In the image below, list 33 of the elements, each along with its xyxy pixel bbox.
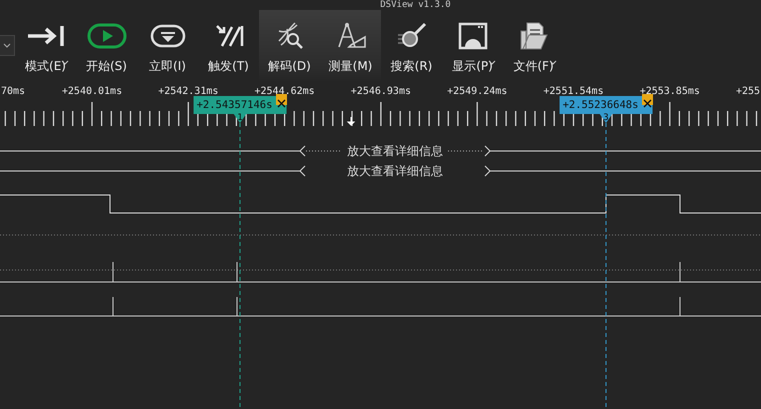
time-label: +2549.24ms <box>447 86 508 98</box>
time-label: +2540.01ms <box>62 86 122 98</box>
cursor-flag[interactable]: +2.55236648s <box>560 96 652 114</box>
time-label: +255 <box>736 86 760 98</box>
cursor-flag[interactable]: +2.54357146s <box>194 96 286 114</box>
mode-dropdown[interactable] <box>0 35 15 56</box>
time-label: 70ms <box>1 86 26 98</box>
decode-label: 放大查看详细信息 <box>347 144 443 158</box>
chevron-down-icon <box>3 43 11 48</box>
time-label: +2553.85ms <box>640 86 700 98</box>
decode-label: 放大查看详细信息 <box>347 164 443 178</box>
slashed-bars-icon <box>214 23 244 49</box>
toolbar-button[interactable]: 模式(E) <box>15 10 76 82</box>
cursor-number: 1 <box>233 113 247 123</box>
time-label: +2544.62ms <box>254 86 315 98</box>
time-label: +2551.54ms <box>543 86 604 98</box>
close-icon[interactable] <box>642 94 652 105</box>
time-label: +2546.93ms <box>350 86 411 98</box>
toolbar-button[interactable]: 显示(P) <box>442 10 503 82</box>
play-icon <box>86 23 126 49</box>
toolbar-button[interactable]: 触发(T) <box>198 10 259 82</box>
down-arrow-icon <box>348 116 356 126</box>
arrow-to-bar-icon <box>26 23 66 49</box>
toolbar-button[interactable]: 开始(S) <box>76 10 137 82</box>
close-icon[interactable] <box>276 94 286 105</box>
time-label: +2542.31ms <box>158 86 218 98</box>
window-gear-icon <box>458 22 488 50</box>
toolbar-button[interactable]: 文件(F) <box>503 10 564 82</box>
folder-document-icon <box>518 21 548 51</box>
cursor-number: 3 <box>599 113 613 123</box>
window-title: DSView v1.3.0 <box>380 0 451 10</box>
toolbar-button[interactable]: 立即(I) <box>137 10 198 82</box>
toolbar-button[interactable]: 搜索(R) <box>381 10 442 82</box>
